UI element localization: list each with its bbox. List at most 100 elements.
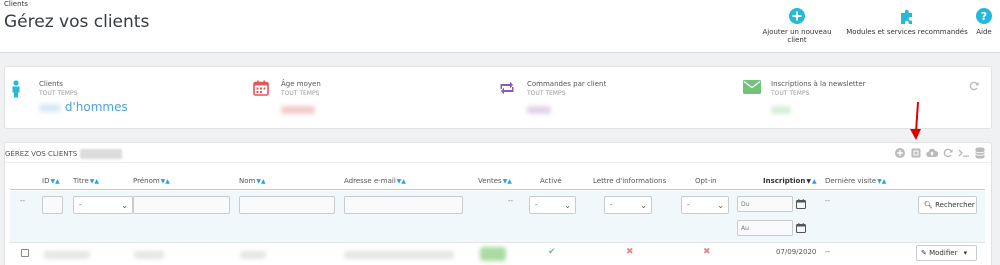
sort-arrows-icon[interactable]: ▼ bbox=[806, 178, 811, 185]
col-id-label: ID bbox=[42, 177, 50, 185]
modify-button-label: Modifier bbox=[929, 249, 958, 257]
row-checkbox[interactable] bbox=[21, 249, 29, 257]
kpi-newsletter-period: TOUT TEMPS bbox=[771, 90, 810, 97]
chevron-down-icon: ⌄ bbox=[121, 201, 128, 210]
filter-row: -- - ⌄ -- - ⌄ - ⌄ - ⌄ Du Au -- 🔍︎ Rechercher bbox=[10, 191, 985, 243]
annotation-arrow-icon bbox=[910, 101, 921, 140]
filter-nom-input[interactable] bbox=[239, 196, 335, 214]
refresh-icon bbox=[943, 148, 953, 158]
calendar-icon bbox=[253, 80, 269, 96]
filter-optin-value: - bbox=[687, 201, 690, 209]
kpi-clients-title: Clients bbox=[39, 80, 63, 88]
filter-date-from[interactable]: Du bbox=[737, 196, 793, 212]
help-button[interactable]: ? Aide bbox=[968, 8, 1000, 36]
filter-date-to[interactable]: Au bbox=[737, 220, 793, 236]
retweet-icon bbox=[500, 81, 514, 95]
table-row[interactable]: ✔ ✖ ✖ 07/09/2020 -- ✎ Modifier ▾ bbox=[10, 244, 985, 265]
cloud-upload-icon bbox=[926, 148, 938, 158]
user-icon bbox=[12, 80, 20, 98]
newsletter-cross-icon[interactable]: ✖ bbox=[626, 247, 634, 257]
refresh-list-action[interactable] bbox=[941, 146, 955, 160]
col-id[interactable]: ID▼▲ bbox=[42, 177, 60, 185]
filter-prenom-input[interactable] bbox=[133, 196, 230, 214]
kpi-orders-title: Commandes par client bbox=[527, 80, 607, 88]
search-icon: 🔍︎ bbox=[924, 201, 933, 209]
chevron-down-icon: ⌄ bbox=[564, 201, 571, 210]
terminal-icon bbox=[958, 149, 969, 157]
col-titre[interactable]: Titre▼▲ bbox=[73, 177, 99, 185]
kpi-clients-period: TOUT TEMPS bbox=[39, 90, 78, 97]
sort-arrows-icon[interactable]: ▼▲ bbox=[877, 178, 886, 185]
table-header-row: ID▼▲ Titre▼▲ Prénom▼▲ Nom▼▲ Adresse e-ma… bbox=[10, 176, 985, 190]
sort-arrows-icon[interactable]: ▲ bbox=[812, 178, 817, 185]
panel-actions bbox=[893, 146, 987, 160]
calendar-icon[interactable] bbox=[796, 223, 806, 233]
kpi-newsletter-title: Inscriptions à la newsletter bbox=[771, 80, 866, 88]
filter-email-input[interactable] bbox=[344, 196, 463, 214]
kpi-bar: Clients TOUT TEMPS d'hommes Âge moyen TO… bbox=[4, 66, 992, 129]
filter-last-visit-dash: -- bbox=[825, 197, 831, 205]
sql-query-action[interactable] bbox=[957, 146, 971, 160]
col-nom[interactable]: Nom▼▲ bbox=[239, 177, 266, 185]
col-prenom-label: Prénom bbox=[133, 177, 160, 185]
active-check-icon[interactable]: ✔ bbox=[548, 247, 556, 257]
panel-title-text: GÉREZ VOS CLIENTS bbox=[5, 150, 78, 158]
filter-active-value: - bbox=[535, 201, 538, 209]
col-inscription[interactable]: Inscription▼▲ bbox=[763, 177, 817, 185]
add-new-action[interactable] bbox=[893, 146, 907, 160]
kpi-orders-period: TOUT TEMPS bbox=[527, 90, 566, 97]
pencil-icon: ✎ bbox=[921, 249, 927, 257]
add-customer-button[interactable]: Ajouter un nouveau client bbox=[752, 8, 842, 44]
filter-newsletter-select[interactable]: - ⌄ bbox=[604, 196, 652, 214]
col-email[interactable]: Adresse e-mail▼▲ bbox=[344, 177, 406, 185]
filter-titre-select[interactable]: - ⌄ bbox=[73, 196, 133, 214]
filter-optin-select[interactable]: - ⌄ bbox=[681, 196, 729, 214]
caret-down-icon[interactable]: ▾ bbox=[964, 249, 968, 257]
page-header: Clients Gérez vos clients Ajouter un nou… bbox=[0, 0, 1000, 53]
database-icon bbox=[975, 147, 985, 159]
sort-arrows-icon[interactable]: ▼▲ bbox=[256, 178, 265, 185]
modules-button[interactable]: Modules et services recommandés bbox=[846, 8, 968, 36]
row-prenom-redacted bbox=[134, 251, 164, 259]
envelope-icon bbox=[743, 80, 761, 94]
filter-date-to-label: Au bbox=[741, 225, 749, 232]
breadcrumb[interactable]: Clients bbox=[4, 0, 28, 8]
row-ventes-badge bbox=[480, 247, 506, 261]
optin-cross-icon[interactable]: ✖ bbox=[703, 247, 711, 257]
col-last-visit-label: Dernière visite bbox=[825, 177, 877, 185]
filter-ventes-dash: -- bbox=[508, 197, 514, 205]
filter-active-select[interactable]: - ⌄ bbox=[529, 196, 576, 214]
row-nom-redacted bbox=[240, 251, 266, 259]
export-action[interactable] bbox=[909, 146, 923, 160]
customers-panel: GÉREZ VOS CLIENTS ID▼▲ Titre▼▲ Prénom▼▲ … bbox=[4, 142, 992, 265]
chevron-down-icon: ⌄ bbox=[717, 201, 724, 210]
page-title: Gérez vos clients bbox=[4, 12, 150, 32]
col-nom-label: Nom bbox=[239, 177, 256, 185]
search-button[interactable]: 🔍︎ Rechercher bbox=[918, 196, 977, 214]
sort-arrows-icon[interactable]: ▼▲ bbox=[161, 178, 170, 185]
col-newsletter[interactable]: Lettre d'informations bbox=[593, 177, 666, 185]
calendar-icon[interactable] bbox=[796, 199, 806, 209]
col-last-visit[interactable]: Dernière visite▼▲ bbox=[825, 177, 886, 185]
sort-arrows-icon[interactable]: ▼▲ bbox=[90, 178, 99, 185]
plus-circle-icon bbox=[789, 8, 805, 24]
refresh-icon[interactable] bbox=[969, 81, 979, 91]
kpi-age-period: TOUT TEMPS bbox=[281, 90, 320, 97]
sort-arrows-icon[interactable]: ▼▲ bbox=[50, 178, 59, 185]
col-ventes[interactable]: Ventes▼▲ bbox=[478, 177, 512, 185]
col-ventes-label: Ventes bbox=[478, 177, 502, 185]
import-action[interactable] bbox=[925, 146, 939, 160]
database-action[interactable] bbox=[973, 146, 987, 160]
sort-arrows-icon[interactable]: ▼▲ bbox=[397, 178, 406, 185]
col-active[interactable]: Activé bbox=[540, 177, 562, 185]
col-optin-label: Opt-in bbox=[695, 177, 717, 185]
kpi-newsletter-value bbox=[771, 103, 791, 117]
panel-title: GÉREZ VOS CLIENTS bbox=[5, 149, 123, 159]
filter-id-input[interactable] bbox=[42, 196, 63, 214]
filter-titre-value: - bbox=[79, 201, 82, 209]
modify-button[interactable]: ✎ Modifier ▾ bbox=[916, 245, 977, 261]
sort-arrows-icon[interactable]: ▼▲ bbox=[503, 178, 512, 185]
col-inscription-label: Inscription bbox=[763, 177, 806, 185]
col-optin[interactable]: Opt-in bbox=[695, 177, 717, 185]
col-prenom[interactable]: Prénom▼▲ bbox=[133, 177, 170, 185]
